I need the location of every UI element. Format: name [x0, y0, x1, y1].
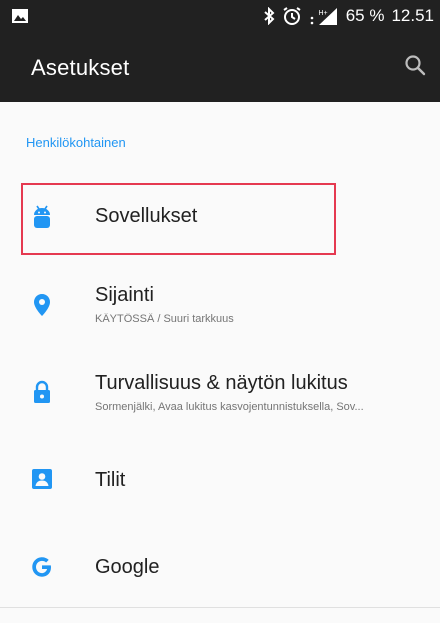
highlight-box [21, 183, 336, 255]
divider [0, 607, 440, 608]
page-title: Asetukset [31, 55, 130, 80]
setting-title: Google [95, 556, 160, 578]
account-box-icon [30, 467, 54, 491]
setting-summary: KÄYTÖSSÄ / Suuri tarkkuus [95, 313, 234, 325]
search-button[interactable] [400, 52, 430, 82]
status-bar: H+ 65 % 12.51 [0, 0, 440, 32]
setting-summary: Sormenjälki, Avaa lukitus kasvojentunnis… [95, 401, 364, 413]
setting-item-turvallisuus[interactable]: Turvallisuus & näytön lukitus Sormenjälk… [0, 364, 440, 436]
lock-icon [30, 380, 54, 404]
signal-icon: H+ [309, 6, 339, 26]
status-icons: H+ 65 % 12.51 [263, 0, 434, 32]
battery-text: 65 % [345, 6, 385, 25]
setting-title: Sijainti [95, 284, 154, 306]
setting-title: Turvallisuus & näytön lukitus [95, 372, 348, 394]
setting-item-tilit[interactable]: Tilit [0, 454, 440, 526]
setting-item-google[interactable]: Google [0, 544, 440, 604]
settings-list: Henkilökohtainen Sovellukset Sijainti KÄ… [0, 102, 440, 623]
image-icon [12, 9, 28, 23]
section-header: Henkilökohtainen [26, 135, 126, 150]
alarm-icon [282, 6, 302, 26]
google-icon [30, 555, 54, 579]
location-pin-icon [30, 293, 54, 317]
setting-title: Tilit [95, 469, 126, 491]
setting-item-sijainti[interactable]: Sijainti KÄYTÖSSÄ / Suuri tarkkuus [0, 274, 440, 346]
clock: 12.51 [391, 6, 434, 25]
svg-text:H+: H+ [318, 10, 327, 17]
search-icon [404, 54, 426, 81]
bluetooth-icon [263, 7, 275, 25]
app-bar: Asetukset [0, 32, 440, 102]
